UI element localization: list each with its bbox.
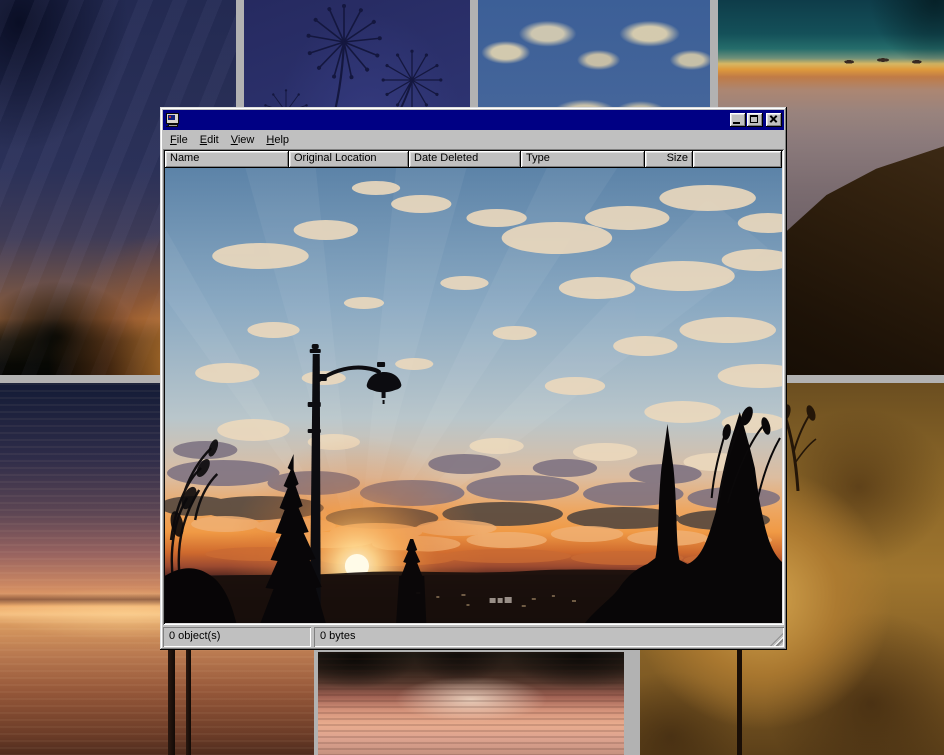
maximize-icon [750, 115, 758, 123]
column-header-size[interactable]: Size [645, 151, 693, 168]
menu-view[interactable]: View [225, 132, 261, 148]
menu-bar: File Edit View Help [163, 130, 784, 149]
background-photo-water-reflection [318, 652, 624, 755]
window-computer-icon[interactable] [165, 113, 180, 127]
menu-edit[interactable]: Edit [194, 132, 225, 148]
minimize-icon [733, 122, 740, 124]
maximize-button[interactable] [747, 113, 763, 127]
column-header-type[interactable]: Type [521, 151, 645, 168]
recycle-bin-window: File Edit View Help Name Original Locati… [160, 107, 787, 650]
status-bar: 0 object(s) 0 bytes [163, 627, 784, 647]
menu-help[interactable]: Help [260, 132, 295, 148]
desktop: File Edit View Help Name Original Locati… [0, 0, 944, 755]
sunset-lamp-photo [165, 168, 782, 623]
column-header-date-deleted[interactable]: Date Deleted [409, 151, 521, 168]
file-list-view: Name Original Location Date Deleted Type… [163, 149, 784, 625]
close-button[interactable] [766, 113, 782, 127]
menu-file[interactable]: File [164, 132, 194, 148]
minimize-button[interactable] [730, 113, 746, 127]
column-header-name[interactable]: Name [165, 151, 289, 168]
column-header-row: Name Original Location Date Deleted Type… [165, 151, 782, 168]
status-size: 0 bytes [314, 627, 784, 647]
column-header-blank[interactable] [693, 151, 782, 168]
column-header-original-location[interactable]: Original Location [289, 151, 409, 168]
status-object-count: 0 object(s) [163, 627, 311, 647]
title-bar[interactable] [163, 110, 784, 130]
list-client-area-sunset-photo [165, 168, 782, 623]
